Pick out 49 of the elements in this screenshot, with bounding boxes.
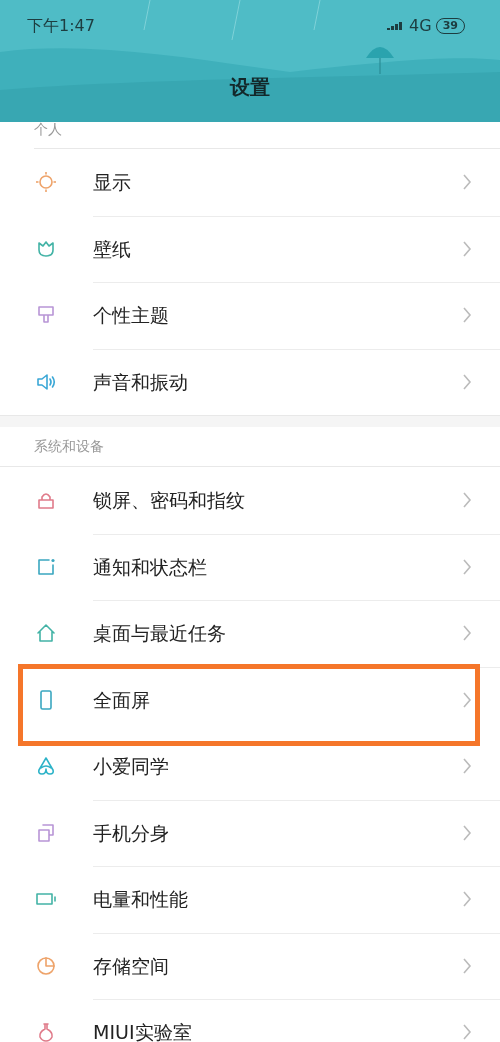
settings-item[interactable]: 锁屏、密码和指纹 — [0, 467, 500, 534]
settings-item[interactable]: 个性主题 — [0, 282, 500, 349]
network-type: 4G — [409, 15, 432, 37]
item-label: 桌面与最近任务 — [93, 621, 227, 646]
item-label: 个性主题 — [93, 303, 170, 328]
chevron-icon — [462, 624, 472, 643]
chevron-icon — [462, 372, 472, 391]
sun-icon — [35, 171, 57, 194]
page-title: 设置 — [230, 75, 270, 99]
chevron-icon — [462, 890, 472, 909]
item-label: MIUI实验室 — [93, 1020, 193, 1042]
chevron-icon — [462, 823, 472, 842]
item-label: 壁纸 — [93, 236, 132, 262]
item-label: 手机分身 — [93, 820, 170, 846]
item-label: 锁屏、密码和指纹 — [93, 488, 246, 513]
item-label: 电量和性能 — [93, 887, 189, 912]
section-header: 个人 — [34, 122, 62, 136]
settings-item[interactable]: 显示 — [0, 149, 500, 216]
section-header: 系统和设备 — [34, 437, 104, 456]
settings-item[interactable]: 全面屏 — [0, 666, 500, 733]
assistant-icon — [35, 755, 57, 778]
chevron-icon — [462, 757, 472, 776]
chevron-icon — [462, 557, 472, 576]
item-label: 通知和状态栏 — [93, 554, 208, 580]
status-time: 下午1:47 — [27, 15, 95, 37]
clone-icon — [35, 821, 57, 844]
chevron-icon — [462, 956, 472, 975]
settings-item[interactable]: 存储空间 — [0, 932, 500, 999]
item-label: 声音和振动 — [93, 369, 189, 395]
chevron-icon — [462, 239, 472, 258]
item-label: 显示 — [93, 170, 132, 195]
item-label: 存储空间 — [93, 953, 170, 979]
settings-item[interactable]: 通知和状态栏 — [0, 533, 500, 600]
settings-item[interactable]: MIUI实验室 — [0, 999, 500, 1042]
home-icon — [35, 622, 57, 645]
chevron-icon — [462, 173, 472, 192]
chevron-icon — [462, 491, 472, 510]
settings-item[interactable]: 壁纸 — [0, 215, 500, 282]
chevron-icon — [462, 1023, 472, 1042]
item-label: 全面屏 — [93, 687, 151, 713]
item-label: 小爱同学 — [93, 754, 170, 779]
settings-item[interactable]: 小爱同学 — [0, 733, 500, 800]
chevron-icon — [462, 306, 472, 325]
chevron-icon — [462, 690, 472, 709]
settings-item[interactable]: 电量和性能 — [0, 866, 500, 933]
settings-item[interactable]: 声音和振动 — [0, 348, 500, 415]
settings-item[interactable]: 手机分身 — [0, 799, 500, 866]
settings-item[interactable]: 桌面与最近任务 — [0, 600, 500, 667]
pie-chart-icon — [35, 954, 57, 977]
